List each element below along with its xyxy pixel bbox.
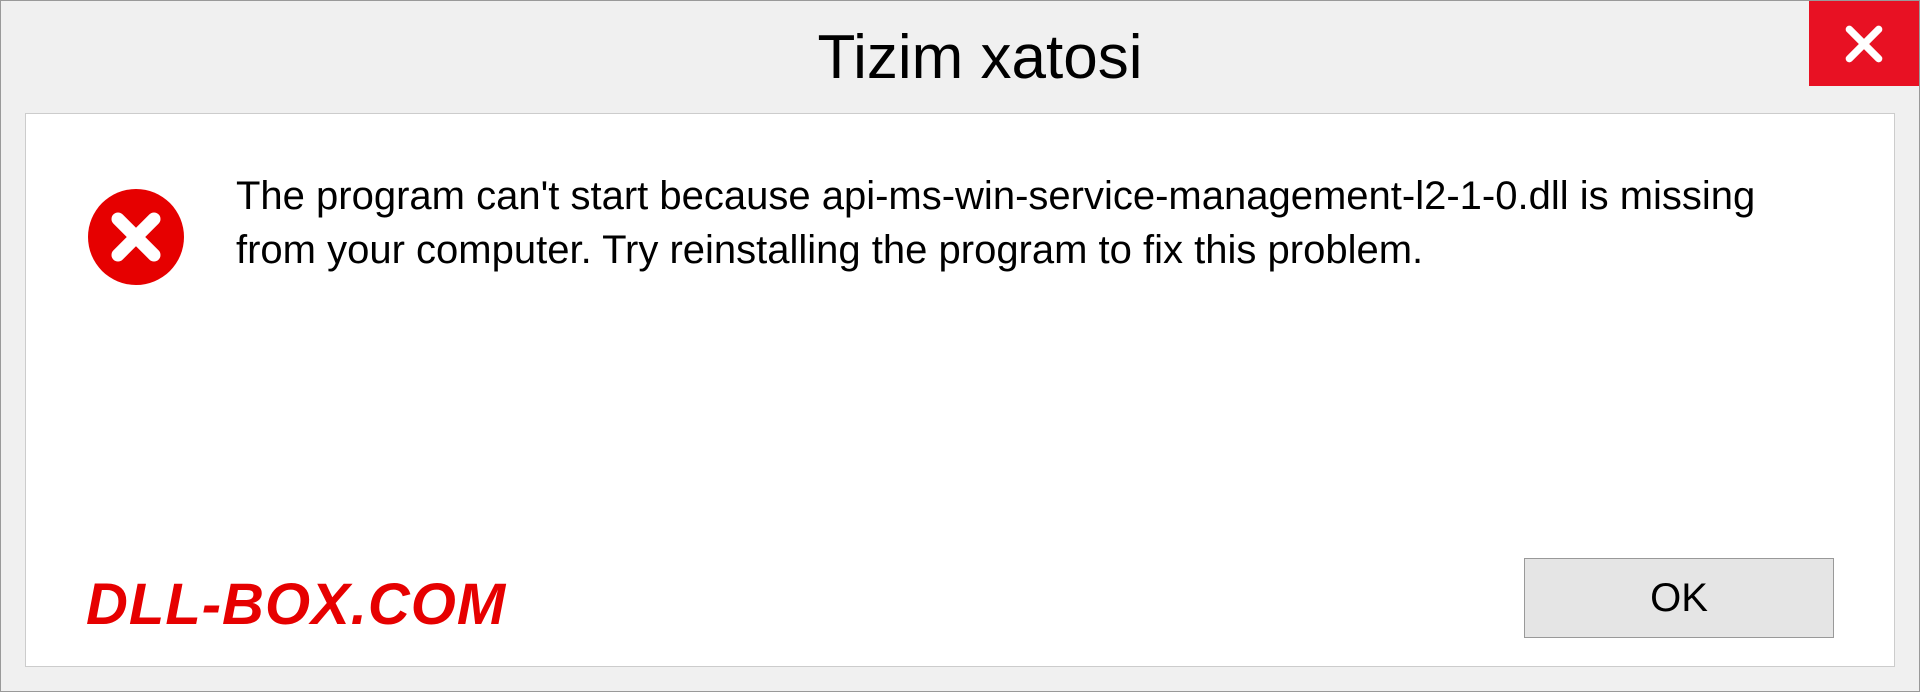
- window-title: Tizim xatosi: [41, 22, 1919, 93]
- error-dialog-window: Tizim xatosi The program can't start bec…: [0, 0, 1920, 692]
- error-message: The program can't start because api-ms-w…: [236, 169, 1834, 277]
- close-icon: [1842, 22, 1886, 66]
- content-area: The program can't start because api-ms-w…: [25, 113, 1895, 667]
- close-button[interactable]: [1809, 1, 1919, 86]
- message-row: The program can't start because api-ms-w…: [86, 169, 1834, 287]
- footer-row: DLL-BOX.COM OK: [86, 518, 1834, 638]
- titlebar: Tizim xatosi: [1, 1, 1919, 113]
- ok-button[interactable]: OK: [1524, 558, 1834, 638]
- watermark-text: DLL-BOX.COM: [86, 571, 506, 638]
- error-icon: [86, 187, 186, 287]
